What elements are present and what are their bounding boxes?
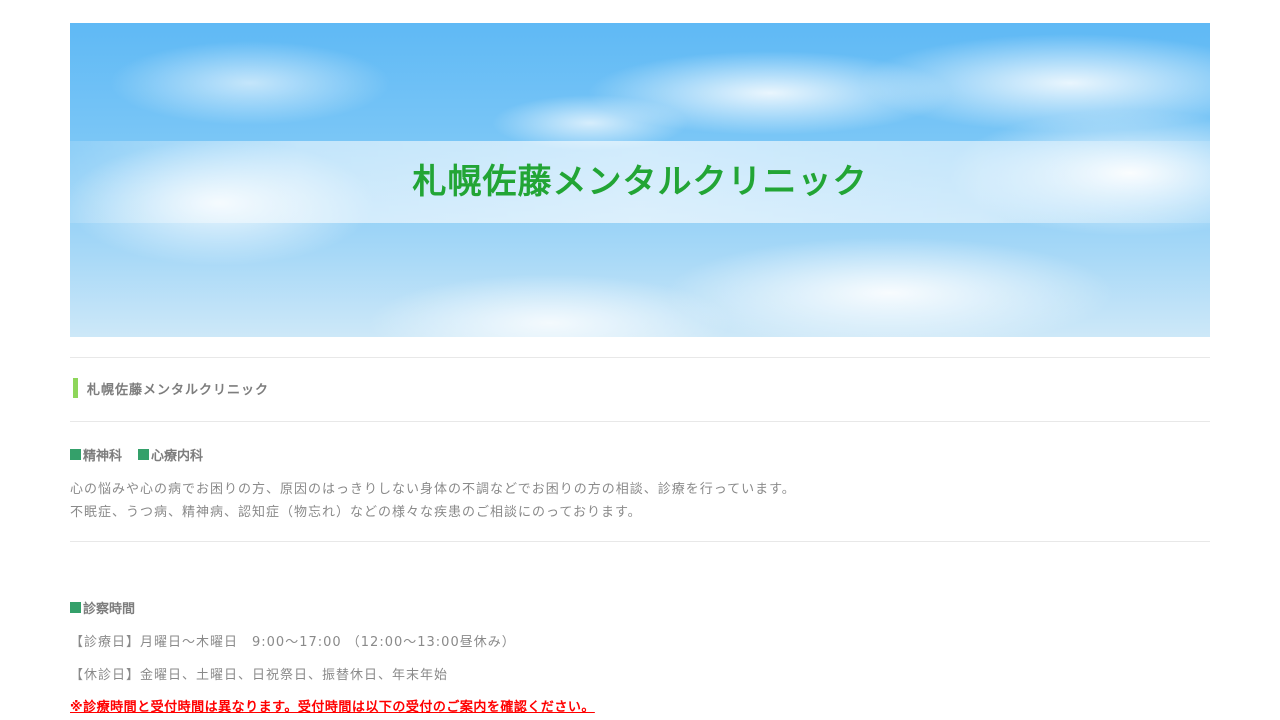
square-bullet-icon [138, 449, 150, 460]
intro-line-2: 不眠症、うつ病、精神病、認知症（物忘れ）などの様々な疾患のご相談にのっております… [70, 505, 642, 520]
department-list: 精神科 心療内科 [70, 445, 203, 464]
department-psychiatry: 精神科 [83, 449, 123, 464]
heading-accent-bar [73, 378, 78, 398]
divider [70, 421, 1210, 422]
open-days: 【診療日】月曜日～木曜日 9:00～17:00 （12:00～13:00昼休み） [70, 635, 516, 650]
reception-notice-link[interactable]: ※診療時間と受付時間は異なります。受付時間は以下の受付のご案内を確認ください。 [70, 696, 595, 715]
department-psychosomatic: 心療内科 [151, 449, 204, 464]
hero-banner: 札幌佐藤メンタルクリニック [70, 23, 1210, 337]
hours-heading-text: 診察時間 [83, 602, 136, 617]
section-heading: 札幌佐藤メンタルクリニック [73, 378, 269, 398]
section-heading-text: 札幌佐藤メンタルクリニック [87, 382, 270, 398]
divider [70, 357, 1210, 358]
site-title[interactable]: 札幌佐藤メンタルクリニック [70, 141, 1210, 223]
hours-heading: 診察時間 [70, 598, 135, 617]
square-bullet-icon [70, 449, 81, 460]
divider [70, 541, 1210, 542]
square-bullet-icon [70, 602, 81, 613]
intro-line-1: 心の悩みや心の病でお困りの方、原因のはっきりしない身体の不調などでお困りの方の相… [70, 482, 796, 497]
closed-days: 【休診日】金曜日、土曜日、日祝祭日、振替休日、年末年始 [70, 668, 449, 683]
